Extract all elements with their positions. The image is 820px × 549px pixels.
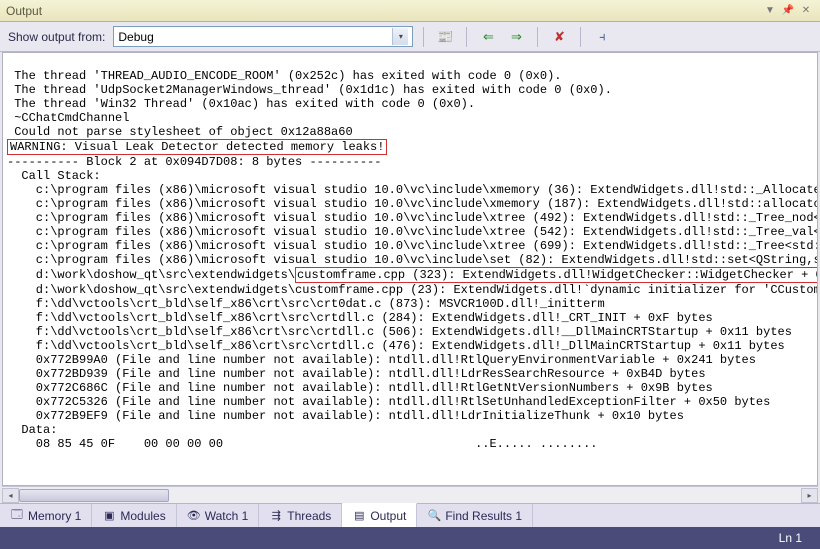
panel-title-controls: ▼ 📌 ✕ [762,4,814,18]
stack-line: c:\program files (x86)\microsoft visual … [7,197,818,211]
stack-line: f:\dd\vctools\crt_bld\self_x86\crt\src\c… [7,339,785,353]
stack-line: f:\dd\vctools\crt_bld\self_x86\crt\src\c… [7,311,713,325]
output-source-dropdown[interactable]: Debug ▾ [113,26,413,47]
stack-line: 0x772C686C (File and line number not ava… [7,381,713,395]
tab-label: Modules [120,509,165,523]
stack-line: c:\program files (x86)\microsoft visual … [7,253,818,267]
separator [580,27,581,47]
memory-icon: 🗔 [10,509,24,523]
stack-line: d:\work\doshow_qt\src\extendwidgets\cust… [7,283,818,297]
tab-label: Find Results 1 [445,509,522,523]
horizontal-scrollbar[interactable]: ◂ ▸ [2,486,818,503]
stack-line: c:\program files (x86)\microsoft visual … [7,211,818,225]
log-line: The thread 'THREAD_AUDIO_ENCODE_ROOM' (0… [7,69,562,83]
stack-line: 0x772B9EF9 (File and line number not ava… [7,409,684,423]
threads-icon: ⇶ [269,509,283,523]
log-line: Could not parse stylesheet of object 0x1… [7,125,353,139]
line-indicator: Ln 1 [779,531,802,545]
scroll-right-arrow[interactable]: ▸ [801,488,818,503]
clear-all-button[interactable]: ✘ [548,26,570,48]
stack-line: 0x772C5326 (File and line number not ava… [7,395,770,409]
toggle-wordwrap-button[interactable]: ⫞ [591,26,613,48]
block-header: ---------- Block 2 at 0x094D7D08: 8 byte… [7,155,381,169]
scroll-thumb[interactable] [19,489,169,502]
prev-message-button[interactable]: ⇐ [477,26,499,48]
tab-threads[interactable]: ⇶ Threads [259,504,342,527]
modules-icon: ▣ [102,509,116,523]
stack-line: 0x772B99A0 (File and line number not ava… [7,353,756,367]
callstack-label: Call Stack: [7,169,101,183]
tab-watch1[interactable]: 👁 Watch 1 [177,504,260,527]
stack-line: c:\program files (x86)\microsoft visual … [7,239,818,253]
tab-memory1[interactable]: 🗔 Memory 1 [0,504,92,527]
dropdown-arrow-icon[interactable]: ▼ [762,4,778,18]
log-line: ~CChatCmdChannel [7,111,129,125]
leak-source-highlight: customframe.cpp (323): ExtendWidgets.dll… [295,267,818,283]
tab-label: Output [370,509,406,523]
tab-modules[interactable]: ▣ Modules [92,504,176,527]
panel-title-bar: Output ▼ 📌 ✕ [0,0,820,22]
stack-line: c:\program files (x86)\microsoft visual … [7,183,818,197]
find-icon: 🔍 [427,509,441,523]
scroll-left-arrow[interactable]: ◂ [2,488,19,503]
find-message-button[interactable]: 📰 [434,26,456,48]
log-line: The thread 'UdpSocket2ManagerWindows_thr… [7,83,612,97]
status-bar: Ln 1 [0,527,820,549]
watch-icon: 👁 [187,509,201,523]
stack-line: f:\dd\vctools\crt_bld\self_x86\crt\src\c… [7,297,605,311]
output-content: The thread 'THREAD_AUDIO_ENCODE_ROOM' (0… [3,53,818,467]
stack-line: c:\program files (x86)\microsoft visual … [7,225,818,239]
bottom-tabs: 🗔 Memory 1 ▣ Modules 👁 Watch 1 ⇶ Threads… [0,503,820,527]
dropdown-value: Debug [118,30,153,44]
tab-output[interactable]: ▤ Output [342,503,417,527]
tab-findresults1[interactable]: 🔍 Find Results 1 [417,504,533,527]
separator [466,27,467,47]
chevron-down-icon: ▾ [392,28,408,45]
close-icon[interactable]: ✕ [798,4,814,18]
tab-label: Threads [287,509,331,523]
leak-warning: WARNING: Visual Leak Detector detected m… [7,139,387,155]
stack-line-prefix: d:\work\doshow_qt\src\extendwidgets\ [7,268,295,282]
separator [537,27,538,47]
tab-label: Memory 1 [28,509,81,523]
stack-line: f:\dd\vctools\crt_bld\self_x86\crt\src\c… [7,325,792,339]
log-line: The thread 'Win32 Thread' (0x10ac) has e… [7,97,475,111]
stack-line: 0x772BD939 (File and line number not ava… [7,367,706,381]
pin-icon[interactable]: 📌 [780,4,796,18]
output-icon: ▤ [352,509,366,523]
panel-title: Output [6,4,42,18]
show-output-label: Show output from: [8,30,105,44]
data-label: Data: [7,423,57,437]
scroll-track[interactable] [19,488,801,503]
tab-label: Watch 1 [205,509,249,523]
output-text-pane[interactable]: The thread 'THREAD_AUDIO_ENCODE_ROOM' (0… [2,52,818,486]
output-toolbar: Show output from: Debug ▾ 📰 ⇐ ⇒ ✘ ⫞ [0,22,820,52]
next-message-button[interactable]: ⇒ [505,26,527,48]
data-bytes: 08 85 45 0F 00 00 00 00 ..E..... .......… [7,437,598,451]
separator [423,27,424,47]
